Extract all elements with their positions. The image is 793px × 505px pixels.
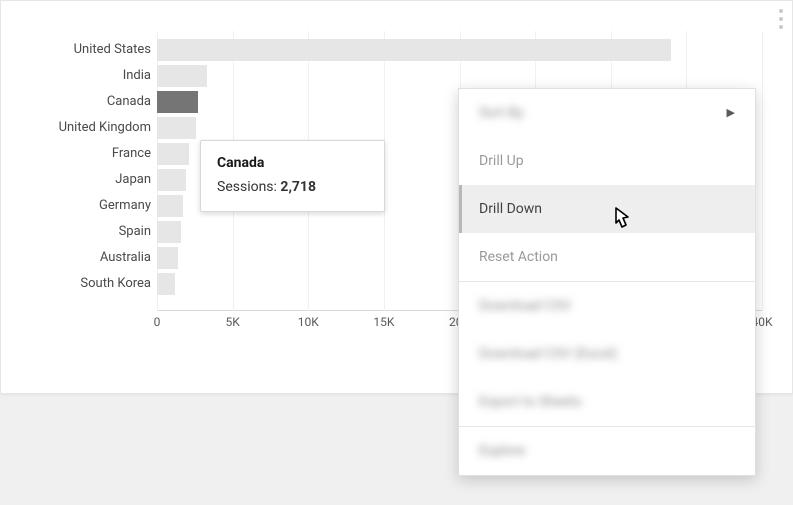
category-label: Canada [107, 89, 151, 115]
menu-item-explore: Explore [459, 427, 755, 475]
menu-item-sort-by[interactable]: Sort By ▶ [459, 89, 755, 137]
category-label: Germany [99, 193, 151, 219]
bar[interactable] [157, 169, 186, 191]
menu-item-export-to-sheets: Export to Sheets [459, 378, 755, 426]
menu-item-drill-down[interactable]: Drill Down [459, 185, 755, 233]
bar[interactable] [157, 221, 181, 243]
bar[interactable] [157, 143, 189, 165]
menu-item-download-csv: Download CSV [459, 282, 755, 330]
context-menu[interactable]: Sort By▶Drill UpDrill DownReset ActionDo… [458, 88, 756, 476]
category-label: United States [74, 37, 151, 63]
category-label: France [112, 141, 151, 167]
menu-item-label: Explore [479, 427, 525, 475]
category-label: Japan [115, 167, 151, 193]
bar-row: United States [15, 37, 775, 63]
category-label: Spain [119, 219, 151, 245]
bar[interactable] [157, 273, 175, 295]
menu-item-drill-up: Drill Up [459, 137, 755, 185]
tooltip-metric: Sessions: 2,718 [217, 179, 368, 195]
x-tick-label: 10K [298, 315, 319, 329]
x-tick-label: 0 [154, 315, 161, 329]
category-label: South Korea [80, 271, 151, 297]
bar-row: India [15, 63, 775, 89]
more-options-icon[interactable] [774, 9, 788, 29]
bar[interactable] [157, 91, 198, 113]
menu-item-download-csv-excel-: Download CSV (Excel) [459, 330, 755, 378]
category-label: United Kingdom [59, 115, 151, 141]
menu-item-reset-action: Reset Action [459, 233, 755, 281]
menu-item-label: Download CSV (Excel) [479, 330, 617, 378]
bar[interactable] [157, 247, 178, 269]
bar[interactable] [157, 39, 671, 61]
x-tick-label: 15K [373, 315, 394, 329]
menu-item-label: Download CSV [479, 282, 571, 330]
menu-item-label: Reset Action [479, 233, 558, 281]
chevron-right-icon: ▶ [727, 89, 735, 137]
category-label: Australia [100, 245, 151, 271]
x-tick-label: 5K [225, 315, 239, 329]
tooltip-metric-label: Sessions: [217, 179, 280, 195]
menu-item-label: Drill Up [479, 137, 524, 185]
tooltip-metric-value: 2,718 [280, 179, 316, 195]
menu-item-label: Drill Down [479, 185, 542, 233]
tooltip: Canada Sessions: 2,718 [200, 140, 385, 212]
bar[interactable] [157, 65, 207, 87]
bar[interactable] [157, 195, 183, 217]
bar[interactable] [157, 117, 196, 139]
category-label: India [123, 63, 151, 89]
menu-item-label: Export to Sheets [479, 378, 581, 426]
tooltip-title: Canada [217, 155, 368, 171]
menu-item-label: Sort By [479, 89, 524, 137]
